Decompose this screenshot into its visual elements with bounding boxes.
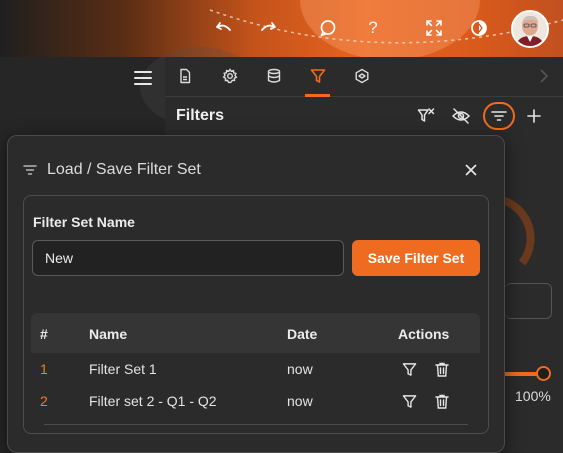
background-input[interactable] (505, 283, 552, 319)
filter-list-icon (489, 106, 509, 126)
filter-set-name-input[interactable] (32, 240, 344, 276)
theme-toggle-icon[interactable] (468, 17, 490, 39)
active-tab-indicator (305, 94, 330, 97)
dialog-header: Load / Save Filter Set (23, 160, 201, 180)
slider-percent: 100% (515, 388, 551, 404)
apply-filter-icon[interactable] (401, 393, 417, 409)
plugins-tab[interactable] (349, 66, 375, 86)
tab-scroll-right-icon[interactable] (531, 66, 557, 86)
close-icon[interactable] (462, 161, 480, 179)
clear-filters-icon[interactable] (416, 106, 436, 126)
save-filter-set-button[interactable]: Save Filter Set (352, 240, 480, 276)
document-tab[interactable] (172, 66, 198, 86)
hide-icon[interactable] (451, 106, 471, 126)
chat-icon[interactable] (317, 17, 339, 39)
row-date: now (287, 393, 313, 409)
row-date: now (287, 361, 313, 377)
delete-icon[interactable] (434, 361, 450, 377)
column-header-number: # (40, 326, 48, 342)
row-number: 1 (40, 361, 48, 377)
add-icon[interactable] (524, 106, 544, 126)
filter-set-name-label: Filter Set Name (33, 214, 135, 230)
hamburger-icon[interactable] (134, 71, 152, 85)
fullscreen-icon[interactable] (423, 17, 445, 39)
slider-handle[interactable] (536, 366, 551, 381)
redo-icon[interactable] (257, 17, 279, 39)
dialog-title: Load / Save Filter Set (47, 161, 201, 178)
undo-icon[interactable] (213, 17, 235, 39)
column-header-actions: Actions (398, 326, 450, 342)
delete-icon[interactable] (434, 393, 450, 409)
settings-tab[interactable] (217, 66, 243, 86)
table-divider (44, 424, 468, 425)
avatar[interactable] (511, 10, 549, 48)
filter-tab[interactable] (305, 66, 331, 86)
apply-filter-icon[interactable] (401, 361, 417, 377)
column-header-date: Date (287, 326, 318, 342)
column-header-name: Name (89, 326, 128, 342)
row-name[interactable]: Filter Set 1 (89, 361, 157, 377)
row-name[interactable]: Filter set 2 - Q1 - Q2 (89, 393, 217, 409)
help-glyph: ? (368, 18, 378, 37)
help-icon[interactable]: ? (362, 17, 384, 39)
panel-title: Filters (176, 107, 225, 124)
database-tab[interactable] (261, 66, 287, 86)
filter-list-icon (23, 165, 37, 175)
row-number: 2 (40, 393, 48, 409)
